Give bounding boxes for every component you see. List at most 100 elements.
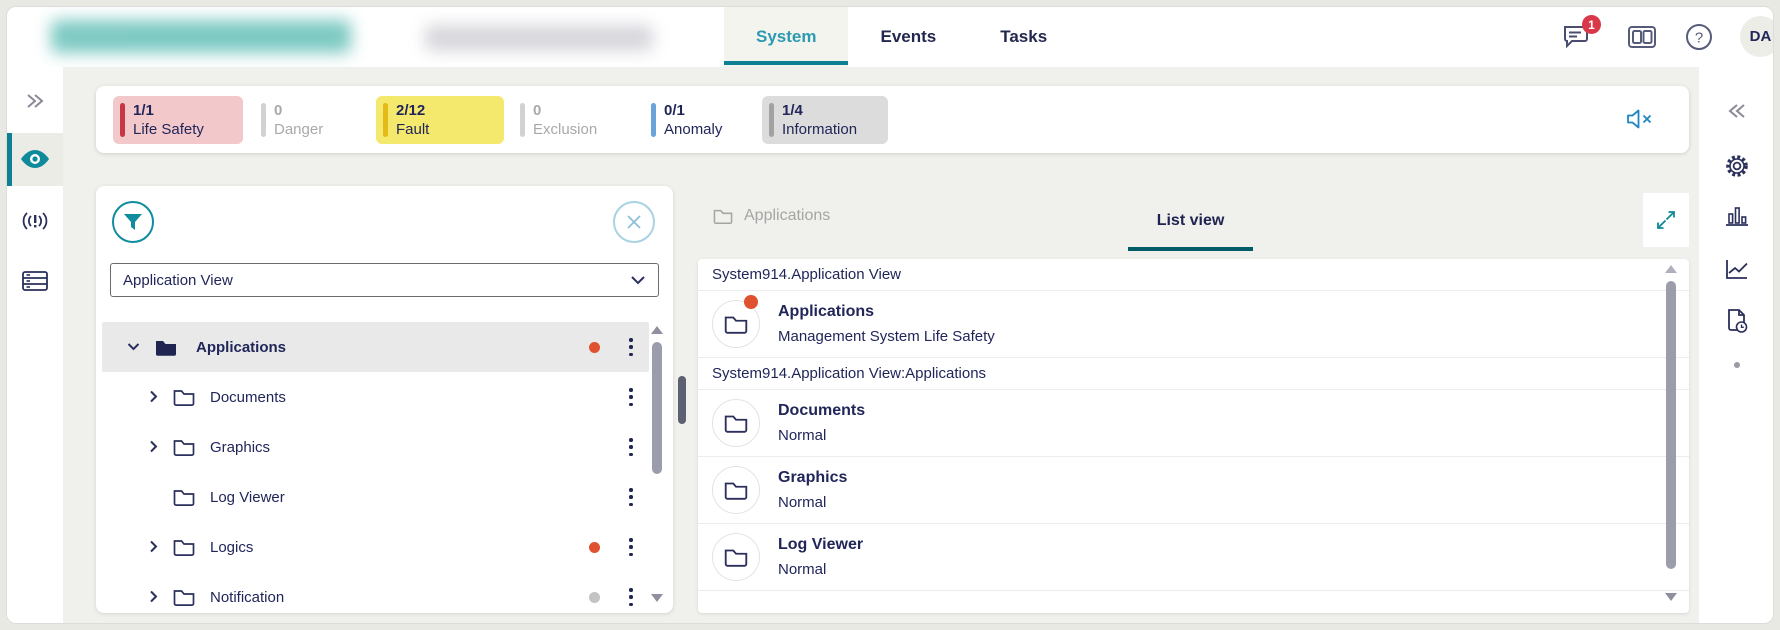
tree-node-list: Applications Documents (96, 322, 649, 613)
status-life-safety[interactable]: 1/1 Life Safety (113, 96, 243, 144)
eye-icon[interactable] (15, 139, 55, 179)
status-fault[interactable]: 2/12 Fault (376, 96, 504, 144)
gear-icon[interactable] (1717, 146, 1757, 186)
scrollbar-thumb[interactable] (652, 342, 662, 474)
folder-icon (172, 487, 196, 507)
tree-node-notification[interactable]: Notification (102, 572, 649, 613)
list-item-status: Normal (778, 561, 826, 578)
tab-events[interactable]: Events (848, 7, 968, 67)
chevron-right-icon[interactable] (146, 439, 162, 455)
list-scrollbar[interactable] (1663, 265, 1679, 607)
collapse-left-icon[interactable] (1717, 91, 1757, 131)
list-item-graphics[interactable]: Graphics Normal (698, 457, 1689, 524)
report-clock-icon[interactable] (1717, 301, 1757, 341)
kebab-menu-icon[interactable] (622, 386, 640, 408)
view-selector-dropdown[interactable]: Application View (110, 263, 659, 297)
list-item-log-viewer[interactable]: Log Viewer Normal (698, 524, 1689, 591)
status-label: Anomaly (664, 120, 737, 140)
clear-filter-button[interactable] (613, 201, 655, 243)
tree-node-label: Documents (210, 389, 286, 406)
breadcrumb[interactable]: Applications (712, 207, 830, 225)
chevron-right-icon[interactable] (146, 389, 162, 405)
list-item-title: Graphics (778, 469, 847, 487)
folder-filled-icon (154, 337, 178, 357)
scroll-up-arrow[interactable] (1665, 265, 1677, 273)
folder-icon (723, 313, 749, 335)
kebab-menu-icon[interactable] (622, 586, 640, 608)
status-dot (589, 592, 600, 603)
list-item-documents[interactable]: Documents Normal (698, 390, 1689, 457)
status-count: 0 (533, 101, 613, 120)
list-panel-header: Applications List view (698, 193, 1689, 249)
tab-system[interactable]: System (724, 7, 848, 67)
status-information[interactable]: 1/4 Information (762, 96, 888, 144)
kebab-menu-icon[interactable] (622, 336, 640, 358)
kebab-menu-icon[interactable] (622, 536, 640, 558)
tree-node-documents[interactable]: Documents (102, 372, 649, 422)
user-avatar[interactable]: DA (1740, 16, 1774, 57)
status-label: Information (782, 120, 876, 140)
item-icon-circle (712, 466, 760, 514)
list-view-panel: System914.Application View Applications … (698, 259, 1689, 613)
scroll-up-arrow[interactable] (651, 326, 663, 334)
app-window: System Events Tasks 1 ? DA (6, 6, 1774, 624)
status-anomaly[interactable]: 0/1 Anomaly (644, 96, 749, 144)
alarm-signal-icon[interactable] (15, 201, 55, 241)
chevron-right-icon[interactable] (146, 539, 162, 555)
status-color-bar (120, 103, 125, 137)
expand-panel-button[interactable] (1643, 193, 1689, 247)
list-item-title: Log Viewer (778, 536, 863, 554)
status-label: Exclusion (533, 120, 613, 140)
help-icon[interactable]: ? (1678, 16, 1720, 58)
scrollbar-thumb[interactable] (1666, 281, 1676, 569)
list-item-applications[interactable]: Applications Management System Life Safe… (698, 291, 1689, 358)
item-icon-circle (712, 533, 760, 581)
alarm-dot (589, 542, 600, 553)
filter-button[interactable] (112, 201, 154, 243)
status-exclusion[interactable]: 0 Exclusion (513, 96, 625, 144)
status-danger[interactable]: 0 Danger (254, 96, 359, 144)
tree-node-graphics[interactable]: Graphics (102, 422, 649, 472)
expand-right-icon[interactable] (15, 81, 55, 121)
panel-splitter-handle[interactable] (678, 376, 686, 424)
kebab-menu-icon[interactable] (622, 486, 640, 508)
folder-icon (172, 387, 196, 407)
speaker-muted-icon[interactable] (1625, 106, 1655, 132)
tree-node-log-viewer[interactable]: Log Viewer (102, 472, 649, 522)
kebab-menu-icon[interactable] (622, 436, 640, 458)
list-item-title: Documents (778, 402, 865, 420)
server-stack-icon[interactable] (15, 261, 55, 301)
folder-icon (712, 207, 734, 225)
bar-chart-icon[interactable] (1717, 196, 1757, 236)
scroll-down-arrow[interactable] (651, 594, 663, 602)
main-tabs: System Events Tasks (724, 7, 1079, 67)
tree-scrollbar[interactable] (649, 326, 665, 609)
folder-icon (172, 437, 196, 457)
expand-arrows-icon (1655, 209, 1677, 231)
chevron-down-icon[interactable] (126, 339, 142, 355)
tab-list-view[interactable]: List view (1128, 193, 1253, 249)
status-count: 2/12 (396, 101, 492, 120)
status-label: Fault (396, 120, 492, 140)
folder-icon (723, 546, 749, 568)
brand-logo-redacted (51, 20, 351, 53)
chevron-right-icon[interactable] (146, 589, 162, 605)
folder-icon (723, 412, 749, 434)
folder-icon (172, 587, 196, 607)
close-icon (625, 213, 643, 231)
status-count: 1/4 (782, 101, 876, 120)
list-item-status: Management System Life Safety (778, 328, 995, 345)
dual-pane-icon[interactable] (1621, 16, 1663, 58)
right-sidebar (1699, 67, 1773, 624)
status-label: Life Safety (133, 120, 231, 140)
scroll-down-arrow[interactable] (1665, 593, 1677, 601)
rail-dot-indicator (1734, 362, 1740, 368)
tree-node-applications[interactable]: Applications (102, 322, 649, 372)
tree-node-logics[interactable]: Logics (102, 522, 649, 572)
notification-badge: 1 (1582, 15, 1601, 34)
tree-node-label: Notification (210, 589, 284, 606)
trend-chart-icon[interactable] (1717, 249, 1757, 289)
left-sidebar (7, 67, 63, 624)
tab-tasks[interactable]: Tasks (968, 7, 1079, 67)
folder-icon (723, 479, 749, 501)
